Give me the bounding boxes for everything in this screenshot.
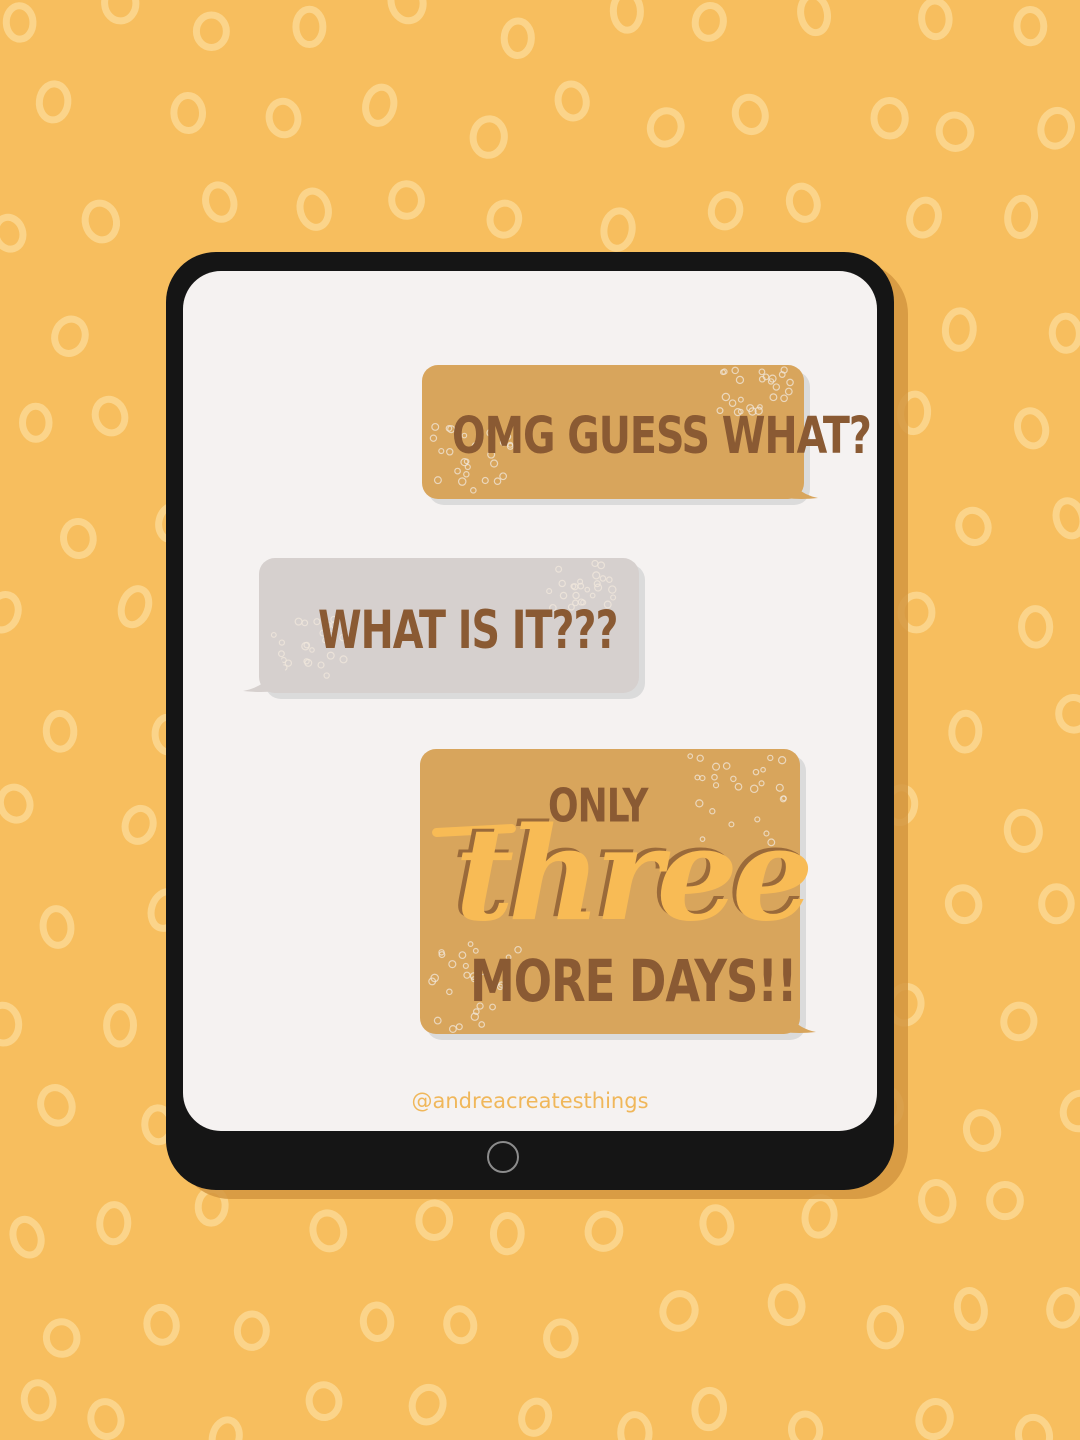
message-text-three: three — [455, 800, 813, 950]
home-button-icon[interactable] — [487, 1141, 519, 1173]
message-text-2: WHAT IS IT??? — [318, 600, 618, 662]
message-text-1: OMG GUESS WHAT? — [452, 407, 872, 466]
message-text-more-days: MORE DAYS!! — [470, 948, 797, 1015]
watermark-handle: @andreacreatesthings — [411, 1089, 649, 1113]
